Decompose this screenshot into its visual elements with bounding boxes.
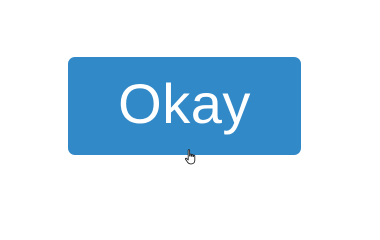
okay-button[interactable]: Okay bbox=[68, 57, 301, 155]
canvas: Okay bbox=[0, 0, 380, 213]
okay-button-label: Okay bbox=[118, 72, 251, 135]
